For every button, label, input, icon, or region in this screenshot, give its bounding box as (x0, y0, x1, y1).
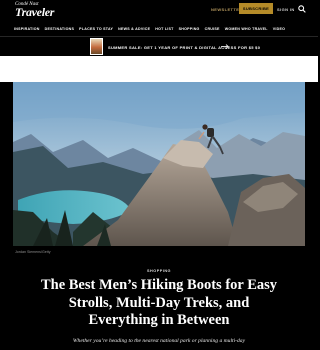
ad-space (0, 56, 318, 82)
nav-item-destinations[interactable]: DESTINATIONS (45, 27, 75, 31)
article-dek: Whether you’re heading to the nearest na… (72, 338, 246, 344)
nav-item-news-advice[interactable]: NEWS & ADVICE (118, 27, 150, 31)
subscribe-button[interactable]: SUBSCRIBE (239, 3, 273, 14)
logo-wordmark: Traveler (15, 5, 55, 19)
nav-item-cruise[interactable]: CRUISE (205, 27, 220, 31)
newsletter-link[interactable]: NEWSLETTER (211, 7, 243, 12)
article-category[interactable]: SHOPPING (0, 269, 318, 273)
main-nav: INSPIRATION DESTINATIONS PLACES TO STAY … (0, 22, 318, 35)
photo-credit: Jordan Siemens/Getty (15, 250, 51, 254)
sign-in-link[interactable]: SIGN IN (277, 7, 295, 12)
promo-text: SUMMER SALE: GET 1 YEAR OF PRINT & DIGIT… (108, 45, 261, 50)
site-logo[interactable]: Condé Nast Traveler (15, 2, 54, 19)
top-bar: Condé Nast Traveler NEWSLETTER SUBSCRIBE… (0, 0, 318, 20)
nav-item-video[interactable]: VIDEO (273, 27, 285, 31)
magazine-cover-image (90, 38, 103, 55)
search-icon[interactable] (298, 5, 306, 13)
arrow-right-icon (221, 44, 229, 49)
promo-banner[interactable]: SUMMER SALE: GET 1 YEAR OF PRINT & DIGIT… (0, 37, 318, 56)
nav-item-inspiration[interactable]: INSPIRATION (14, 27, 40, 31)
article-headline: The Best Men’s Hiking Boots for Easy Str… (40, 277, 278, 328)
nav-item-shopping[interactable]: SHOPPING (179, 27, 200, 31)
hero-image (13, 82, 305, 246)
nav-item-hot-list[interactable]: HOT LIST (155, 27, 173, 31)
nav-item-places-to-stay[interactable]: PLACES TO STAY (79, 27, 113, 31)
nav-item-women-who-travel[interactable]: WOMEN WHO TRAVEL (225, 27, 268, 31)
